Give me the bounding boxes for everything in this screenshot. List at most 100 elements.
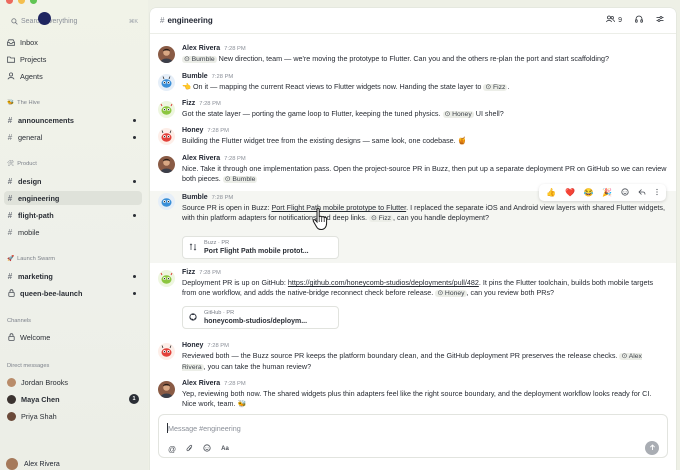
current-user[interactable]: Alex Rivera: [6, 458, 60, 470]
bee-icon: 🐝: [7, 100, 15, 106]
section-launch-swarm: 🚀 Launch Swarm: [7, 256, 56, 262]
members-icon: [606, 15, 615, 25]
settings-sliders-icon[interactable]: [656, 15, 664, 25]
sidebar-item-announcements[interactable]: # announcements: [4, 113, 142, 127]
sidebar-item-general[interactable]: # general: [4, 130, 142, 144]
message-author[interactable]: Alex Rivera: [182, 45, 220, 52]
pr-card[interactable]: Buzz · PR Port Flight Path mobile protot.…: [182, 236, 339, 259]
mention-chip[interactable]: ⊙ Bumble: [222, 176, 258, 183]
sidebar-item-label: Agents: [20, 71, 43, 81]
message: Alex Rivera 7:28 PM ⊙ Bumble New directio…: [158, 44, 668, 66]
attach-icon[interactable]: [186, 444, 193, 454]
message-text: Yep, reviewing both now. The shared widg…: [182, 389, 652, 408]
reaction-heart[interactable]: ❤️: [565, 188, 575, 197]
sidebar-item-welcome[interactable]: Welcome: [4, 330, 142, 344]
dm-maya-chen[interactable]: Maya Chen 1: [4, 392, 142, 406]
sidebar-item-label: marketing: [18, 271, 53, 281]
github-link[interactable]: https://github.com/honeycomb-studios/dep…: [288, 278, 479, 287]
avatar: [7, 394, 16, 404]
sidebar-item-queen-bee-launch[interactable]: queen-bee-launch: [4, 286, 142, 300]
sidebar-item-label: Inbox: [20, 37, 38, 47]
avatar-bumble: [158, 193, 175, 210]
lock-icon: [7, 289, 15, 297]
more-options-icon[interactable]: [655, 188, 659, 198]
sidebar-item-flight-path[interactable]: # flight-path: [4, 208, 142, 222]
mention-chip[interactable]: ⊙ Fizz: [483, 84, 508, 91]
reaction-laugh[interactable]: 😂: [584, 188, 594, 197]
message: Bumble 7:28 PM Source PR is open in Buzz:…: [150, 191, 676, 263]
hand-pointer-cursor-icon: [311, 207, 331, 233]
avatar-alex-rivera: [158, 156, 175, 173]
message-author[interactable]: Bumble: [182, 194, 208, 201]
sidebar-item-projects[interactable]: Projects: [4, 52, 142, 66]
message-time: 7:28 PM: [224, 156, 246, 162]
sidebar-item-label: queen-bee-launch: [20, 288, 83, 298]
reaction-thumbs-up[interactable]: 👍: [546, 188, 556, 197]
message: Fizz 7:28 PM Deployment PR is up on GitHu…: [158, 268, 668, 338]
message-author[interactable]: Honey: [182, 342, 203, 349]
section-channels: Channels: [7, 318, 32, 324]
message-time: 7:28 PM: [207, 128, 229, 134]
emoji-icon[interactable]: [203, 444, 211, 454]
search-focus-indicator: [38, 12, 51, 25]
zoom-window-button[interactable]: [30, 0, 37, 4]
message-author[interactable]: Fizz: [182, 100, 195, 107]
message-author[interactable]: Fizz: [182, 269, 195, 276]
card-title: Port Flight Path mobile protot...: [204, 247, 309, 255]
sidebar-item-inbox[interactable]: Inbox: [4, 35, 142, 49]
minimize-window-button[interactable]: [18, 0, 25, 4]
sidebar-item-design[interactable]: # design: [4, 174, 142, 188]
message-time: 7:28 PM: [199, 270, 221, 276]
mention-chip[interactable]: ⊙ Bumble: [182, 56, 217, 63]
sidebar-item-agents[interactable]: Agents: [4, 69, 142, 83]
message-composer[interactable]: Message #engineering @ Aa: [158, 414, 668, 458]
message-author[interactable]: Bumble: [182, 73, 208, 80]
avatar: [7, 411, 16, 421]
window-controls: [6, 0, 37, 6]
message-author[interactable]: Honey: [182, 127, 203, 134]
sidebar-item-engineering[interactable]: # engineering: [4, 191, 142, 205]
reaction-party[interactable]: 🎉: [602, 188, 612, 197]
message-input[interactable]: Message #engineering: [168, 424, 241, 433]
mention-chip[interactable]: ⊙ Honey: [442, 111, 474, 118]
message: Fizz 7:28 PM Got the state layer — portin…: [158, 99, 668, 121]
pull-request-icon: [189, 242, 197, 253]
sidebar-item-mobile[interactable]: # mobile: [4, 225, 142, 239]
avatar-fizz: [158, 101, 175, 118]
sidebar-item-label: flight-path: [18, 210, 54, 220]
message-author[interactable]: Alex Rivera: [182, 380, 220, 387]
format-text-button[interactable]: Aa: [221, 446, 229, 452]
dm-priya-shah[interactable]: Priya Shah: [4, 409, 142, 423]
huddle-headphones-icon[interactable]: [635, 15, 643, 25]
sidebar-item-marketing[interactable]: # marketing: [4, 269, 142, 283]
message-text: 👈 On it — mapping the current React view…: [182, 82, 510, 91]
close-window-button[interactable]: [6, 0, 13, 4]
avatar-fizz: [158, 270, 175, 287]
current-user-name: Alex Rivera: [24, 460, 60, 468]
avatar-alex-rivera: [158, 46, 175, 63]
mention-chip[interactable]: ⊙ Honey: [435, 290, 467, 297]
members-button[interactable]: 9: [606, 15, 622, 25]
message-text: Reviewed both — the Buzz source PR keeps…: [182, 351, 642, 371]
pr-card[interactable]: GitHub · PR honeycomb-studios/deploym...: [182, 306, 339, 329]
send-button[interactable]: [645, 441, 659, 455]
card-source: GitHub · PR: [204, 309, 235, 316]
avatar-honey: [158, 343, 175, 360]
sidebar-item-label: mobile: [18, 227, 40, 237]
sidebar-item-label: general: [18, 132, 43, 142]
message-time: 7:28 PM: [211, 74, 234, 80]
pr-link[interactable]: Port Flight Path mobile prototype to Flu…: [272, 203, 407, 212]
mention-icon[interactable]: @: [168, 445, 176, 454]
channel-header: # engineering 9: [150, 8, 676, 34]
lock-icon: [7, 333, 15, 341]
mention-chip[interactable]: ⊙ Fizz: [368, 215, 394, 222]
search-bar[interactable]: Search everything ⌘K: [6, 15, 142, 28]
message-author[interactable]: Alex Rivera: [182, 155, 220, 162]
reply-icon[interactable]: [638, 188, 646, 198]
avatar: [6, 458, 18, 470]
message: Alex Rivera 7:28 PM Nice. Take it through…: [158, 154, 668, 184]
message-time: 7:28 PM: [211, 195, 234, 201]
dm-jordan-brooks[interactable]: Jordan Brooks: [4, 375, 142, 389]
add-reaction-icon[interactable]: [621, 187, 629, 198]
channel-view: # engineering 9 Alex Rivera 7:28 PM ⊙ Bum…: [150, 8, 676, 470]
